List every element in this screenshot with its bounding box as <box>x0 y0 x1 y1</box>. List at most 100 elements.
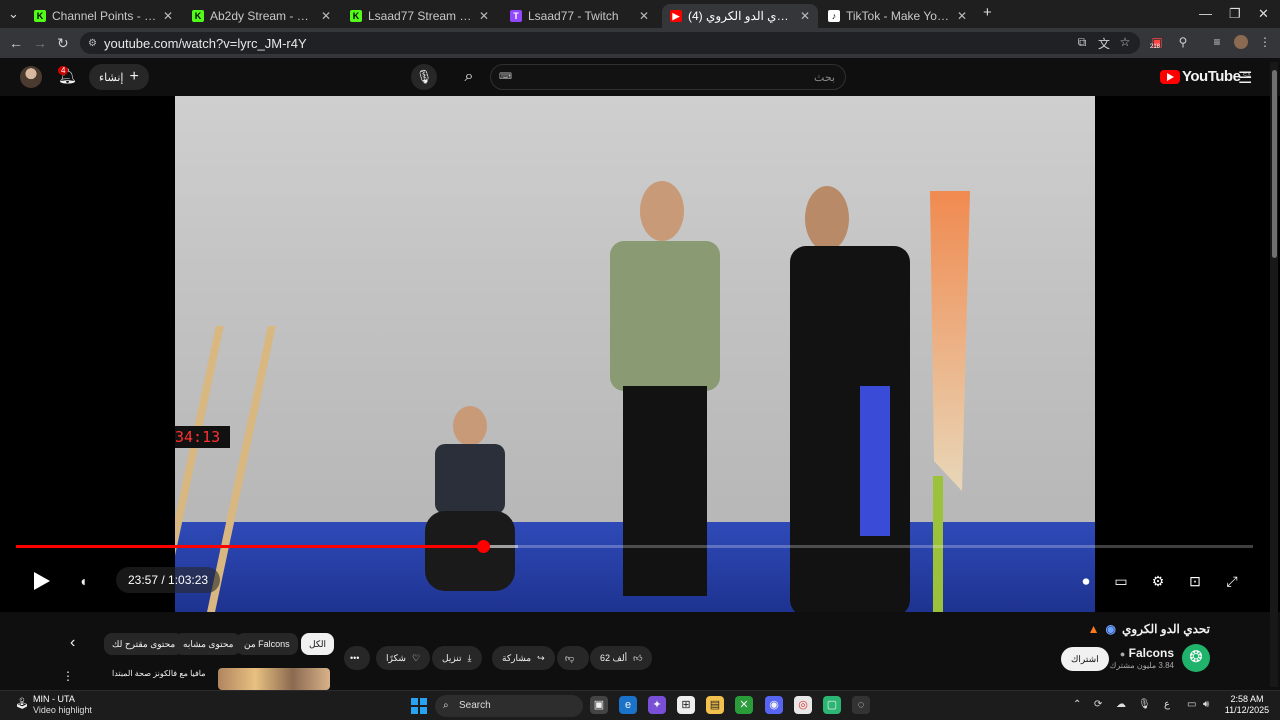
site-info-icon[interactable]: ⚙ <box>88 38 97 49</box>
keyboard-icon[interactable]: ⌨ <box>499 71 512 82</box>
search-input[interactable]: بحث ⌨ <box>490 64 846 90</box>
new-tab-icon[interactable]: + <box>983 4 992 21</box>
watch-metadata: تحدي الدو الكروي ◉ ▲ ❂ ● Falcons 3.84 مل… <box>0 612 1280 690</box>
avatar[interactable] <box>20 66 42 88</box>
tray-chevron-icon[interactable]: ⌃ <box>1073 699 1081 710</box>
subscriber-count: 3.84 مليون مشترك <box>1109 661 1174 670</box>
widget-title[interactable]: MIN - UTA <box>33 694 75 704</box>
task-view-icon[interactable]: ▣ <box>590 696 608 714</box>
voice-search-icon[interactable]: 🎙︎ <box>411 64 437 90</box>
widgets-icon[interactable]: 🕹︎ <box>15 697 29 713</box>
create-button[interactable]: إنشاء + <box>89 64 149 90</box>
reading-list-icon[interactable]: ≡ <box>1210 35 1224 49</box>
play-button[interactable] <box>30 570 52 592</box>
close-window-icon[interactable]: ✕ <box>1258 6 1269 22</box>
back-icon[interactable]: ← <box>9 35 23 51</box>
related-more-icon[interactable]: ⋮ <box>62 669 74 683</box>
thumbs-up-icon: 👍︎ <box>633 653 643 663</box>
chip-recommended[interactable]: محتوى مقترح لك <box>104 633 184 655</box>
file-explorer-icon[interactable]: ▤ <box>706 696 724 714</box>
autoplay-toggle[interactable]: ⏺ <box>1073 570 1099 592</box>
address-bar-row: ← → ↻ ⚙ youtube.com/watch?v=lyrc_JM-r4Y … <box>0 28 1280 58</box>
bookmark-star-icon[interactable]: ☆ <box>1118 35 1132 49</box>
more-vert-icon[interactable]: ⋮ <box>1258 35 1272 49</box>
video-player[interactable]: 34:13 <box>0 96 1280 612</box>
share-icon: ↪ <box>537 653 545 663</box>
close-icon[interactable]: ✕ <box>321 9 331 23</box>
clock-time[interactable]: 2:58 AM <box>1222 694 1272 704</box>
corner-flag <box>930 191 970 491</box>
page-scrollbar-thumb[interactable] <box>1272 70 1277 258</box>
more-actions-button[interactable]: ••• <box>344 646 370 670</box>
widget-subtitle: Video highlight <box>33 705 92 715</box>
edge-icon[interactable]: e <box>619 696 637 714</box>
browser-tab-3[interactable]: K Lsaad77 Stream - Kick Dashboard ✕ <box>342 4 497 28</box>
share-button[interactable]: مشاركة ↪ <box>492 646 555 670</box>
tray-mic-icon[interactable]: 🎙︎ <box>1138 699 1151 710</box>
progress-bar[interactable] <box>16 540 1253 553</box>
close-icon[interactable]: ✕ <box>639 9 649 23</box>
close-icon[interactable]: ✕ <box>479 9 489 23</box>
thanks-button[interactable]: شكرًا ♡ <box>376 646 431 670</box>
thumbs-down-icon: 👎︎ <box>565 653 575 663</box>
extensions-puzzle-icon[interactable]: ⚲ <box>1176 35 1190 49</box>
close-icon[interactable]: ✕ <box>957 9 967 23</box>
channel-avatar[interactable]: ❂ <box>1182 644 1210 672</box>
close-icon[interactable]: ✕ <box>163 9 173 23</box>
search-icon[interactable]: ⌕ <box>456 64 482 90</box>
forward-icon[interactable]: → <box>33 35 47 51</box>
profile-avatar[interactable] <box>1234 35 1248 49</box>
obs-icon[interactable]: ◌ <box>852 696 870 714</box>
copilot-icon[interactable]: ✦ <box>648 696 666 714</box>
url-field[interactable]: ⚙ youtube.com/watch?v=lyrc_JM-r4Y <box>80 32 1140 54</box>
download-icon: ⤓ <box>467 653 472 663</box>
taskbar-search-input[interactable]: ⌕ Search <box>435 695 583 717</box>
tray-network-icon[interactable]: ▭ <box>1187 699 1196 710</box>
theater-mode-icon[interactable]: ⊡ <box>1184 570 1206 592</box>
related-video-thumbnail[interactable] <box>218 668 330 690</box>
reload-icon[interactable]: ↻ <box>57 35 69 52</box>
video-title: تحدي الدو الكروي ◉ ▲ <box>1087 622 1210 636</box>
browser-tab-6[interactable]: ♪ TikTok - Make Your Day ✕ <box>820 4 975 28</box>
tray-sync-icon[interactable]: ⟳ <box>1094 699 1102 710</box>
verified-icon: ● <box>1119 649 1126 659</box>
settings-gear-icon[interactable]: ⚙ <box>1147 570 1169 592</box>
tab-search-icon[interactable]: ⌄ <box>8 6 19 22</box>
close-icon[interactable]: ✕ <box>800 9 810 23</box>
channel-name[interactable]: ● Falcons <box>1120 646 1174 660</box>
chip-from-falcons[interactable]: من Falcons <box>236 633 298 655</box>
discord-icon[interactable]: ◉ <box>765 696 783 714</box>
input-language[interactable]: ع <box>1164 699 1170 710</box>
tray-volume-icon[interactable]: 🔊︎ <box>1203 699 1209 710</box>
chip-all[interactable]: الكل <box>301 633 335 655</box>
windows-start-icon[interactable] <box>411 698 427 714</box>
browser-tab-4[interactable]: T Lsaad77 - Twitch ✕ <box>502 4 657 28</box>
browser-tab-2[interactable]: K Ab2dy Stream - Watch Live on Kick ✕ <box>184 4 339 28</box>
guide-menu-icon[interactable]: ☰ <box>1238 68 1252 88</box>
maximize-icon[interactable]: ❐ <box>1229 6 1241 22</box>
progress-played <box>16 545 484 548</box>
like-button[interactable]: 62 ألف 👍︎ <box>590 646 653 670</box>
related-video-title[interactable]: مافيا مع فالكونز صحة المبتدا <box>112 669 206 678</box>
corner-flag-pole <box>933 476 943 612</box>
fullscreen-icon[interactable]: ⤢ <box>1221 570 1243 592</box>
video-person-standing-green <box>595 181 735 606</box>
translate-icon[interactable]: 文 <box>1097 35 1111 51</box>
chip-similar[interactable]: محتوى مشابه <box>175 633 242 655</box>
browser-tab-5[interactable]: ▶ (4) تحدي الدو الكروي ✕ <box>662 4 818 28</box>
dislike-button[interactable]: 👎︎ <box>557 646 589 670</box>
chip-prev-arrow-icon[interactable]: ‹ <box>70 634 75 652</box>
xbox-icon[interactable]: ✕ <box>735 696 753 714</box>
minimize-icon[interactable]: — <box>1199 6 1212 21</box>
browser-tab-1[interactable]: K Channel Points - Kick Dashboard ✕ <box>26 4 181 28</box>
chrome-icon[interactable]: ◎ <box>794 696 812 714</box>
cast-icon[interactable]: ⧉ <box>1075 35 1089 49</box>
subtitles-icon[interactable]: ▭ <box>1110 570 1132 592</box>
download-button[interactable]: تنزيل ⤓ <box>432 646 482 670</box>
tiktok-icon: ♪ <box>828 10 840 22</box>
store-icon[interactable]: ⊞ <box>677 696 695 714</box>
volume-icon[interactable]: ◖ <box>72 570 94 592</box>
subscribe-button[interactable]: اشتراك <box>1061 647 1109 671</box>
tray-cloud-icon[interactable]: ☁ <box>1116 699 1126 710</box>
app-icon[interactable]: ▢ <box>823 696 841 714</box>
